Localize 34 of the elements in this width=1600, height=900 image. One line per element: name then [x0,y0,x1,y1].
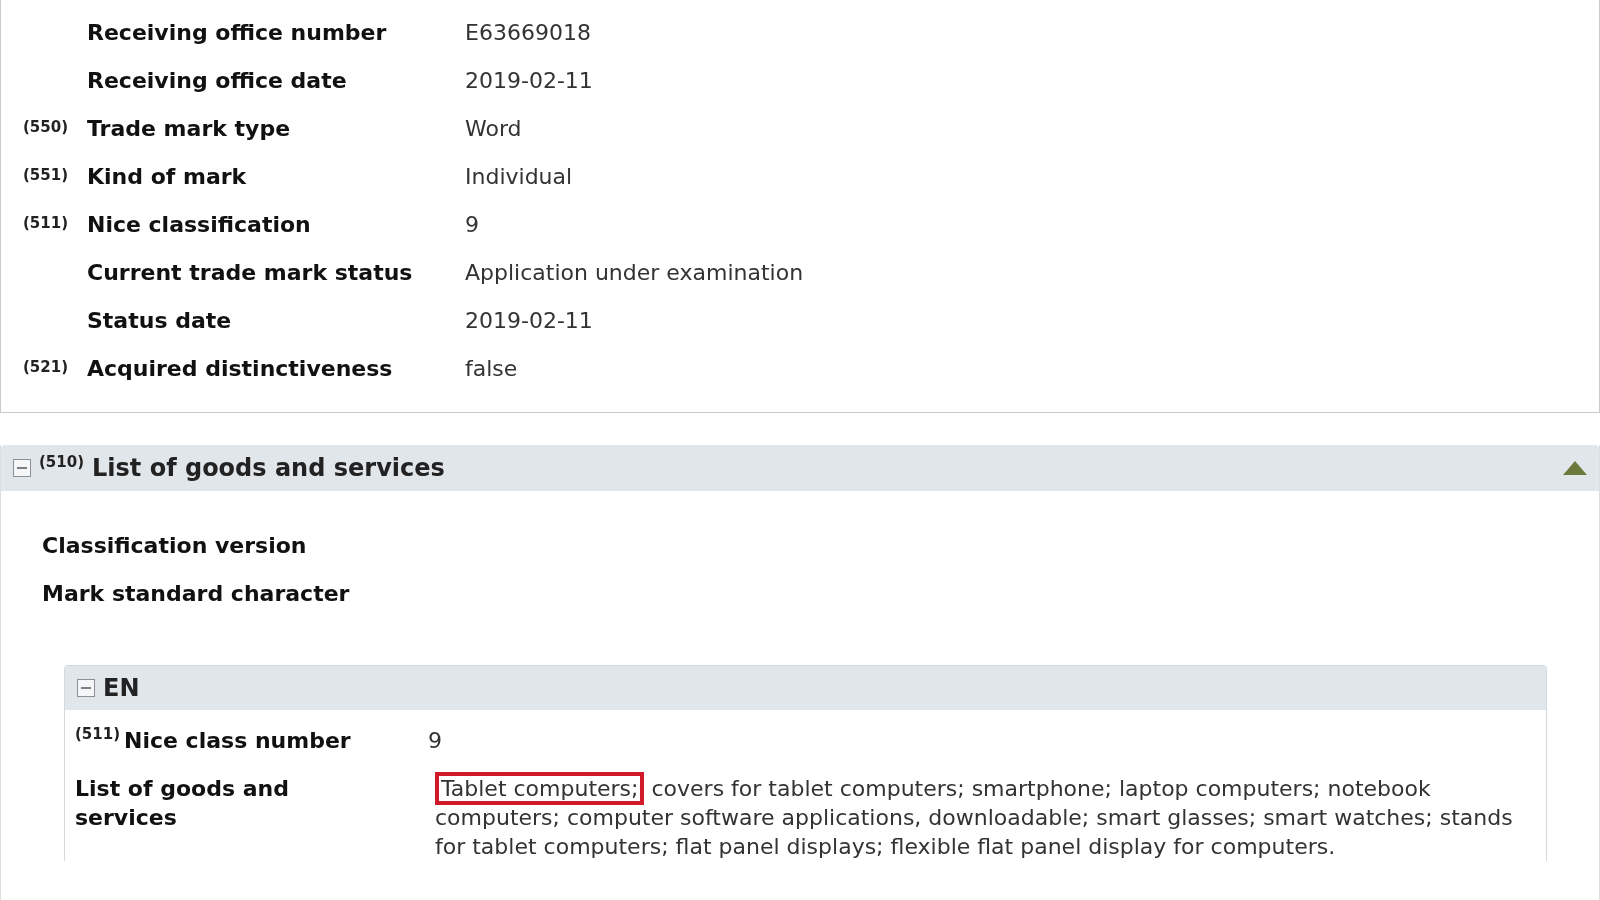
field-code: (511) [23,213,69,232]
field-label: Nice class number [124,727,352,753]
field-value: Application under examination [465,259,804,285]
field-label: Status date [87,307,233,333]
field-value: Tablet computers; covers for tablet computers; smartphone; laptop computers; notebook computers; computer software applications, downloadable; smart glasses; smart watches; stands for tablet computers; flat panel displays; flexible flat panel display for computers. [435,774,1536,861]
field-label: Receiving office number [87,19,388,45]
field-label: Mark standard character [42,579,351,608]
language-title: EN [103,674,140,702]
field-code: (551) [23,165,69,184]
field-label: Acquired distinctiveness [87,355,394,381]
field-value: 9 [465,211,479,237]
field-code: (511) [75,725,121,743]
field-code: (550) [23,117,69,136]
field-label: List of goods and services [75,775,290,832]
field-label: Kind of mark [87,163,248,189]
section-title: List of goods and services [92,454,445,482]
collapse-triangle-icon[interactable] [1563,461,1587,475]
field-code: (510) [39,453,85,471]
field-label: Nice classification [87,211,312,237]
field-label: Current trade mark status [87,259,414,285]
field-value: false [465,355,518,381]
minus-box-icon[interactable] [13,459,31,477]
field-value: 2019-02-11 [465,307,593,333]
field-label: Receiving office date [87,67,348,93]
field-value: 2019-02-11 [465,67,593,93]
field-value: 9 [428,727,443,753]
field-code: (521) [23,357,69,376]
field-label: Classification version [42,531,308,560]
field-value: Individual [465,163,573,189]
field-label: Trade mark type [87,115,292,141]
highlighted-text: Tablet computers; [435,772,645,805]
field-value: Word [465,115,522,141]
field-value: E63669018 [465,19,591,45]
minus-box-icon[interactable] [77,679,95,697]
